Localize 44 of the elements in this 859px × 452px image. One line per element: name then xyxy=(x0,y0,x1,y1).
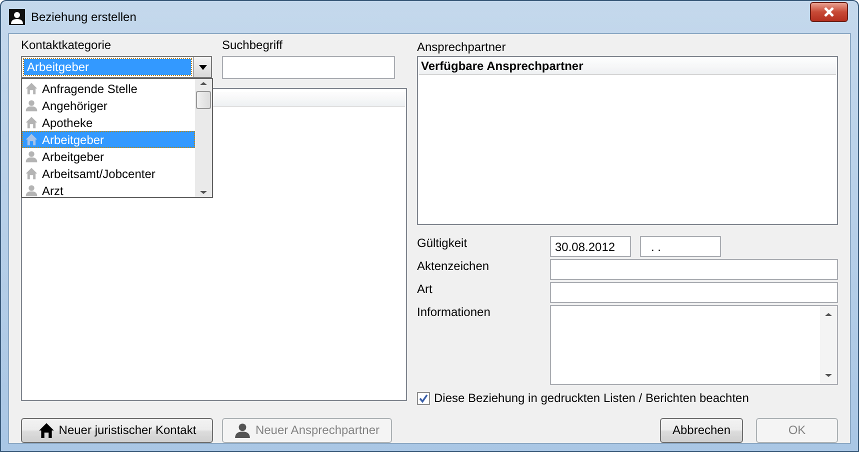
column-header[interactable]: Verfügbare Ansprechpartner xyxy=(419,58,836,75)
caret-icon xyxy=(198,64,206,70)
date-field[interactable]: . . xyxy=(640,236,721,257)
person-icon xyxy=(9,9,25,25)
field-label: Ansprechpartner xyxy=(417,40,507,54)
scrollbar[interactable] xyxy=(195,79,212,197)
scroll-up-icon[interactable] xyxy=(200,79,207,88)
house-icon xyxy=(25,133,38,146)
field-label: Informationen xyxy=(417,305,492,319)
scroll-down-icon[interactable] xyxy=(825,371,832,380)
field-label: Kontaktkategorie xyxy=(21,38,112,52)
dropdown-option[interactable]: Arzt xyxy=(22,182,195,199)
person-icon xyxy=(25,150,38,163)
scrollbar[interactable] xyxy=(820,306,837,384)
scroll-thumb[interactable] xyxy=(196,91,211,109)
checkbox[interactable] xyxy=(417,392,430,404)
person-icon xyxy=(25,99,38,112)
window-title: Beziehung erstellen xyxy=(31,10,136,24)
house-icon xyxy=(25,82,38,95)
dropdown-option[interactable]: Arbeitgeber xyxy=(22,148,195,165)
field-label: Gültigkeit xyxy=(417,236,468,250)
dropdown-option[interactable]: Arbeitsamt/Jobcenter xyxy=(22,165,195,182)
dropdown-option[interactable]: Angehöriger xyxy=(22,97,195,114)
new-legal-contact-button[interactable]: Neuer juristischer Kontakt xyxy=(21,418,213,443)
scroll-down-icon[interactable] xyxy=(200,188,207,197)
person-icon xyxy=(25,184,38,197)
close-button[interactable] xyxy=(810,2,848,22)
field-label: Art xyxy=(417,282,434,296)
checkbox-label: Diese Beziehung in gedruckten Listen / Berichten beachten xyxy=(434,391,749,405)
house-icon xyxy=(38,422,55,439)
input-field[interactable] xyxy=(550,282,838,303)
field-label: Suchbegriff xyxy=(222,38,282,52)
dropdown-option[interactable]: Anfragende Stelle xyxy=(22,80,195,97)
dropdown-option[interactable]: Apotheke xyxy=(22,114,195,131)
cancel-button[interactable]: Abbrechen xyxy=(660,418,743,443)
close-icon xyxy=(823,7,835,17)
person-icon xyxy=(234,422,252,439)
search-field[interactable] xyxy=(222,56,395,79)
date-field[interactable]: 30.08.2012 xyxy=(550,236,631,257)
scroll-up-icon[interactable] xyxy=(825,310,832,319)
house-icon xyxy=(25,167,38,180)
house-icon xyxy=(25,116,38,129)
field-label: Aktenzeichen xyxy=(417,259,490,273)
input-field[interactable] xyxy=(550,259,838,280)
